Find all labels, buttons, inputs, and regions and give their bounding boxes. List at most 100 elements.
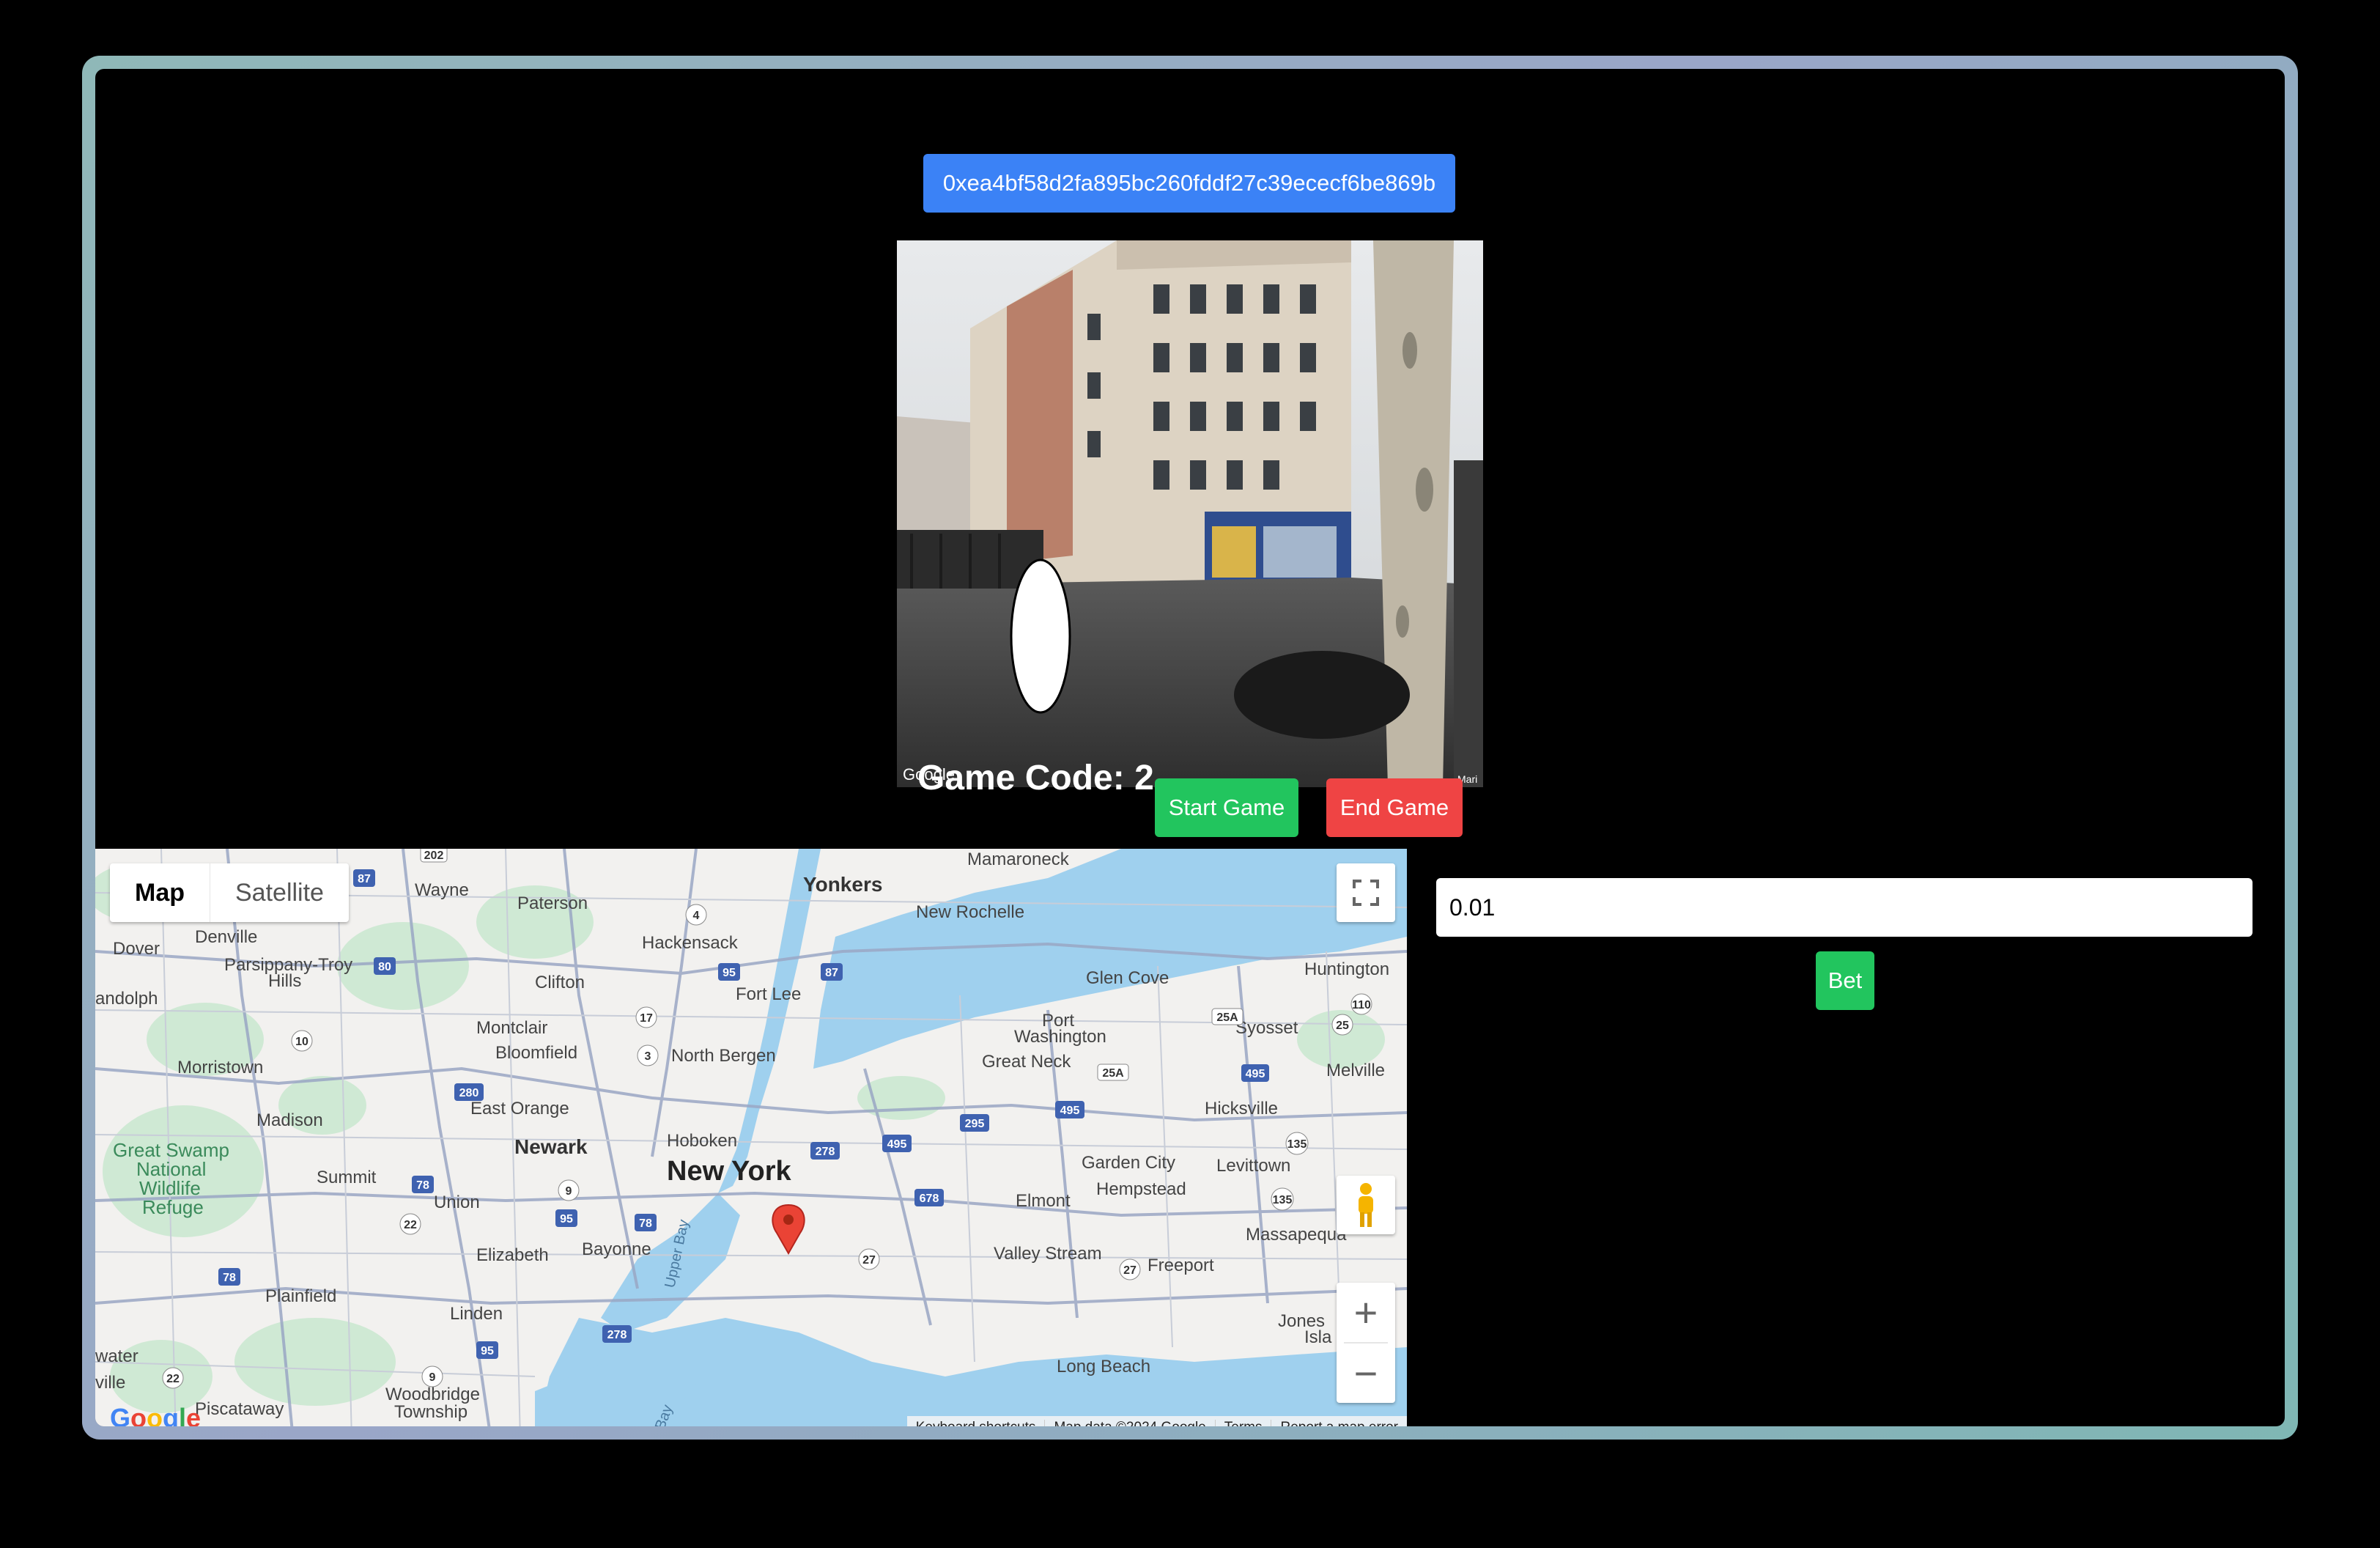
- svg-text:495: 495: [1246, 1068, 1265, 1080]
- svg-text:Glen Cove: Glen Cove: [1086, 968, 1169, 988]
- street-view-panorama[interactable]: Google Mari: [897, 240, 1483, 787]
- end-game-button[interactable]: End Game: [1326, 778, 1463, 837]
- svg-text:495: 495: [1060, 1105, 1080, 1117]
- svg-text:78: 78: [639, 1217, 652, 1230]
- svg-text:80: 80: [378, 961, 391, 973]
- svg-text:Union: Union: [434, 1193, 480, 1212]
- svg-text:Refuge: Refuge: [142, 1196, 204, 1218]
- svg-text:Hempstead: Hempstead: [1096, 1179, 1186, 1199]
- zoom-control: + −: [1337, 1283, 1395, 1403]
- svg-text:Morristown: Morristown: [177, 1058, 263, 1077]
- svg-text:280: 280: [459, 1087, 479, 1099]
- svg-text:4: 4: [693, 910, 700, 922]
- svg-text:Hills: Hills: [268, 971, 301, 991]
- svg-text:10: 10: [295, 1036, 308, 1048]
- svg-text:Fort Lee: Fort Lee: [736, 984, 801, 1004]
- svg-text:Elizabeth: Elizabeth: [476, 1245, 549, 1265]
- svg-text:135: 135: [1287, 1138, 1307, 1151]
- svg-text:New York: New York: [667, 1156, 792, 1187]
- svg-text:North Bergen: North Bergen: [671, 1046, 776, 1066]
- svg-text:Mamaroneck: Mamaroneck: [967, 849, 1070, 869]
- svg-text:water: water: [95, 1346, 138, 1366]
- app-canvas: 0xea4bf58d2fa895bc260fddf27c39ececf6be86…: [95, 69, 2285, 1426]
- svg-text:25A: 25A: [1102, 1067, 1124, 1080]
- svg-text:andolph: andolph: [95, 989, 158, 1009]
- svg-text:Montclair: Montclair: [476, 1018, 547, 1038]
- svg-text:Washington: Washington: [1014, 1027, 1106, 1047]
- map-attribution: Keyboard shortcuts Map data ©2024 Google…: [906, 1416, 1407, 1426]
- keyboard-shortcuts-link[interactable]: Keyboard shortcuts: [907, 1420, 1046, 1426]
- svg-text:Dover: Dover: [113, 939, 160, 959]
- svg-text:25: 25: [1336, 1020, 1349, 1032]
- svg-text:Hoboken: Hoboken: [667, 1131, 737, 1151]
- svg-text:110: 110: [1352, 999, 1371, 1011]
- svg-text:Clifton: Clifton: [535, 973, 585, 992]
- start-game-button[interactable]: Start Game: [1155, 778, 1298, 837]
- svg-text:Isla: Isla: [1304, 1327, 1332, 1347]
- svg-text:Bloomfield: Bloomfield: [495, 1043, 577, 1063]
- svg-text:Wayne: Wayne: [415, 880, 469, 900]
- bet-button[interactable]: Bet: [1816, 951, 1874, 1010]
- app-frame: 0xea4bf58d2fa895bc260fddf27c39ececf6be86…: [82, 56, 2298, 1440]
- svg-text:78: 78: [416, 1179, 429, 1192]
- svg-text:Valley Stream: Valley Stream: [994, 1244, 1102, 1264]
- svg-text:17: 17: [640, 1012, 653, 1025]
- svg-text:New Rochelle: New Rochelle: [916, 902, 1024, 922]
- svg-text:295: 295: [965, 1118, 985, 1130]
- svg-text:Newark: Newark: [514, 1135, 588, 1158]
- svg-text:Summit: Summit: [317, 1168, 377, 1187]
- svg-text:27: 27: [1123, 1264, 1137, 1277]
- report-map-error-link[interactable]: Report a map error: [1271, 1420, 1407, 1426]
- bet-amount-input[interactable]: [1436, 878, 2252, 937]
- svg-text:Hicksville: Hicksville: [1205, 1099, 1278, 1118]
- svg-text:Woodbridge: Woodbridge: [385, 1385, 480, 1404]
- wallet-address-button[interactable]: 0xea4bf58d2fa895bc260fddf27c39ececf6be86…: [923, 154, 1455, 213]
- map[interactable]: Yonkers Mamaroneck New Rochelle Paterson…: [95, 849, 1407, 1426]
- svg-text:Syosset: Syosset: [1235, 1018, 1298, 1038]
- svg-text:78: 78: [223, 1272, 236, 1284]
- svg-text:Long Beach: Long Beach: [1057, 1357, 1150, 1376]
- svg-text:9: 9: [429, 1371, 436, 1384]
- svg-text:Township: Township: [394, 1402, 468, 1422]
- svg-text:Massapequa: Massapequa: [1246, 1225, 1347, 1245]
- google-logo: Google: [110, 1403, 202, 1426]
- svg-text:22: 22: [166, 1373, 180, 1385]
- svg-text:27: 27: [862, 1254, 876, 1267]
- zoom-out-button[interactable]: −: [1337, 1344, 1395, 1403]
- svg-text:Denville: Denville: [195, 927, 257, 947]
- svg-text:Linden: Linden: [450, 1304, 503, 1324]
- map-type-control: Map Satellite: [110, 863, 349, 922]
- svg-text:Levittown: Levittown: [1216, 1156, 1290, 1176]
- svg-text:Hackensack: Hackensack: [642, 933, 739, 953]
- svg-text:95: 95: [481, 1345, 494, 1357]
- terms-link[interactable]: Terms: [1216, 1420, 1272, 1426]
- svg-text:135: 135: [1273, 1194, 1293, 1206]
- svg-text:22: 22: [404, 1219, 417, 1231]
- svg-text:Plainfield: Plainfield: [265, 1286, 336, 1306]
- svg-text:Madison: Madison: [256, 1110, 323, 1130]
- svg-text:Elmont: Elmont: [1016, 1191, 1071, 1211]
- svg-text:278: 278: [607, 1329, 627, 1341]
- svg-text:East Orange: East Orange: [470, 1099, 569, 1118]
- svg-text:Huntington: Huntington: [1304, 959, 1389, 979]
- fullscreen-icon: [1353, 880, 1379, 906]
- svg-text:Great Neck: Great Neck: [982, 1052, 1071, 1072]
- svg-text:25A: 25A: [1216, 1011, 1238, 1024]
- zoom-in-button[interactable]: +: [1337, 1283, 1395, 1342]
- svg-text:Yonkers: Yonkers: [803, 873, 882, 896]
- svg-text:Paterson: Paterson: [517, 893, 588, 913]
- map-type-satellite-button[interactable]: Satellite: [210, 863, 349, 922]
- svg-text:87: 87: [825, 967, 838, 979]
- svg-text:9: 9: [566, 1185, 572, 1198]
- fullscreen-button[interactable]: [1337, 863, 1395, 922]
- svg-text:87: 87: [358, 873, 371, 885]
- svg-text:202: 202: [424, 849, 444, 862]
- game-code: Game Code: 2: [917, 759, 1154, 797]
- svg-text:3: 3: [645, 1050, 651, 1063]
- svg-text:Piscataway: Piscataway: [195, 1399, 284, 1419]
- svg-text:Melville: Melville: [1326, 1061, 1385, 1080]
- map-type-map-button[interactable]: Map: [110, 863, 210, 922]
- svg-text:278: 278: [816, 1146, 835, 1158]
- map-data-text: Map data ©2024 Google: [1045, 1420, 1216, 1426]
- street-view-pegman-button[interactable]: [1337, 1176, 1395, 1234]
